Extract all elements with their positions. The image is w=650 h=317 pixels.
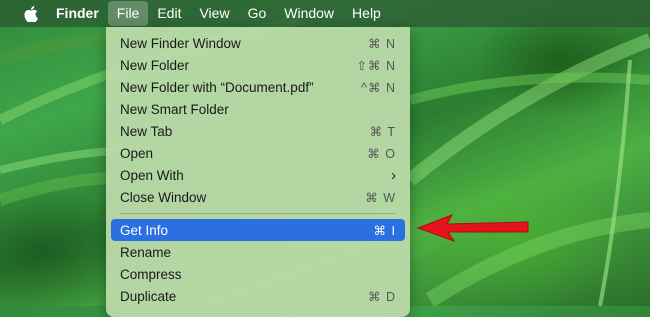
menu-item-new-folder[interactable]: New Folder ⇧⌘ N: [111, 54, 405, 76]
menu-go[interactable]: Go: [239, 1, 276, 26]
menu-item-label: New Smart Folder: [120, 101, 229, 117]
menu-item-duplicate[interactable]: Duplicate ⌘ D: [111, 285, 405, 307]
menu-item-label: Open: [120, 145, 154, 161]
menu-item-get-info[interactable]: Get Info ⌘ I: [111, 219, 405, 241]
menu-item-open[interactable]: Open ⌘ O: [111, 142, 405, 164]
menu-item-label: Open With: [120, 167, 184, 183]
menu-file[interactable]: File: [107, 1, 149, 26]
menu-item-rename[interactable]: Rename: [111, 241, 405, 263]
menu-bar: Finder File Edit View Go Window Help: [0, 0, 650, 27]
red-arrow-icon: [416, 214, 529, 242]
menu-item-new-smart-folder[interactable]: New Smart Folder: [111, 98, 405, 120]
menu-item-label: Close Window: [120, 189, 207, 205]
menu-item-label: New Tab: [120, 123, 173, 139]
menu-item-shortcut: ⌘ D: [368, 289, 396, 304]
menu-help[interactable]: Help: [343, 1, 390, 26]
apple-logo-icon[interactable]: [14, 5, 48, 22]
menu-window[interactable]: Window: [275, 1, 343, 26]
menu-item-label: Get Info: [120, 222, 169, 238]
menu-item-shortcut: ⌘ W: [365, 190, 396, 205]
menu-item-shortcut: ⌘ N: [368, 36, 396, 51]
menu-item-shortcut: ⌘ T: [369, 124, 396, 139]
chevron-right-icon: ›: [391, 166, 396, 184]
menu-view[interactable]: View: [190, 1, 238, 26]
menu-item-new-finder-window[interactable]: New Finder Window ⌘ N: [111, 32, 405, 54]
menu-item-label: New Finder Window: [120, 35, 241, 51]
menu-item-shortcut: ⌘ O: [367, 146, 396, 161]
menu-item-shortcut: ⇧⌘ N: [356, 58, 396, 73]
menu-item-shortcut: ⌘ I: [373, 223, 396, 238]
menu-item-new-folder-with-selection[interactable]: New Folder with “Document.pdf” ^⌘ N: [111, 76, 405, 98]
menu-finder[interactable]: Finder: [48, 1, 108, 26]
menu-item-open-with[interactable]: Open With ›: [111, 164, 405, 186]
menu-edit[interactable]: Edit: [148, 1, 190, 26]
menu-item-shortcut: ^⌘ N: [361, 80, 396, 95]
menu-item-new-tab[interactable]: New Tab ⌘ T: [111, 120, 405, 142]
menu-item-label: New Folder: [120, 57, 190, 73]
menu-item-label: Compress: [120, 266, 182, 282]
menu-separator: [120, 213, 396, 214]
file-menu-dropdown: New Finder Window ⌘ N New Folder ⇧⌘ N Ne…: [106, 27, 410, 317]
menu-item-close-window[interactable]: Close Window ⌘ W: [111, 186, 405, 208]
menu-item-compress[interactable]: Compress: [111, 263, 405, 285]
menu-item-label: Duplicate: [120, 288, 177, 304]
menu-item-label: New Folder with “Document.pdf”: [120, 79, 314, 95]
menu-item-label: Rename: [120, 244, 172, 260]
